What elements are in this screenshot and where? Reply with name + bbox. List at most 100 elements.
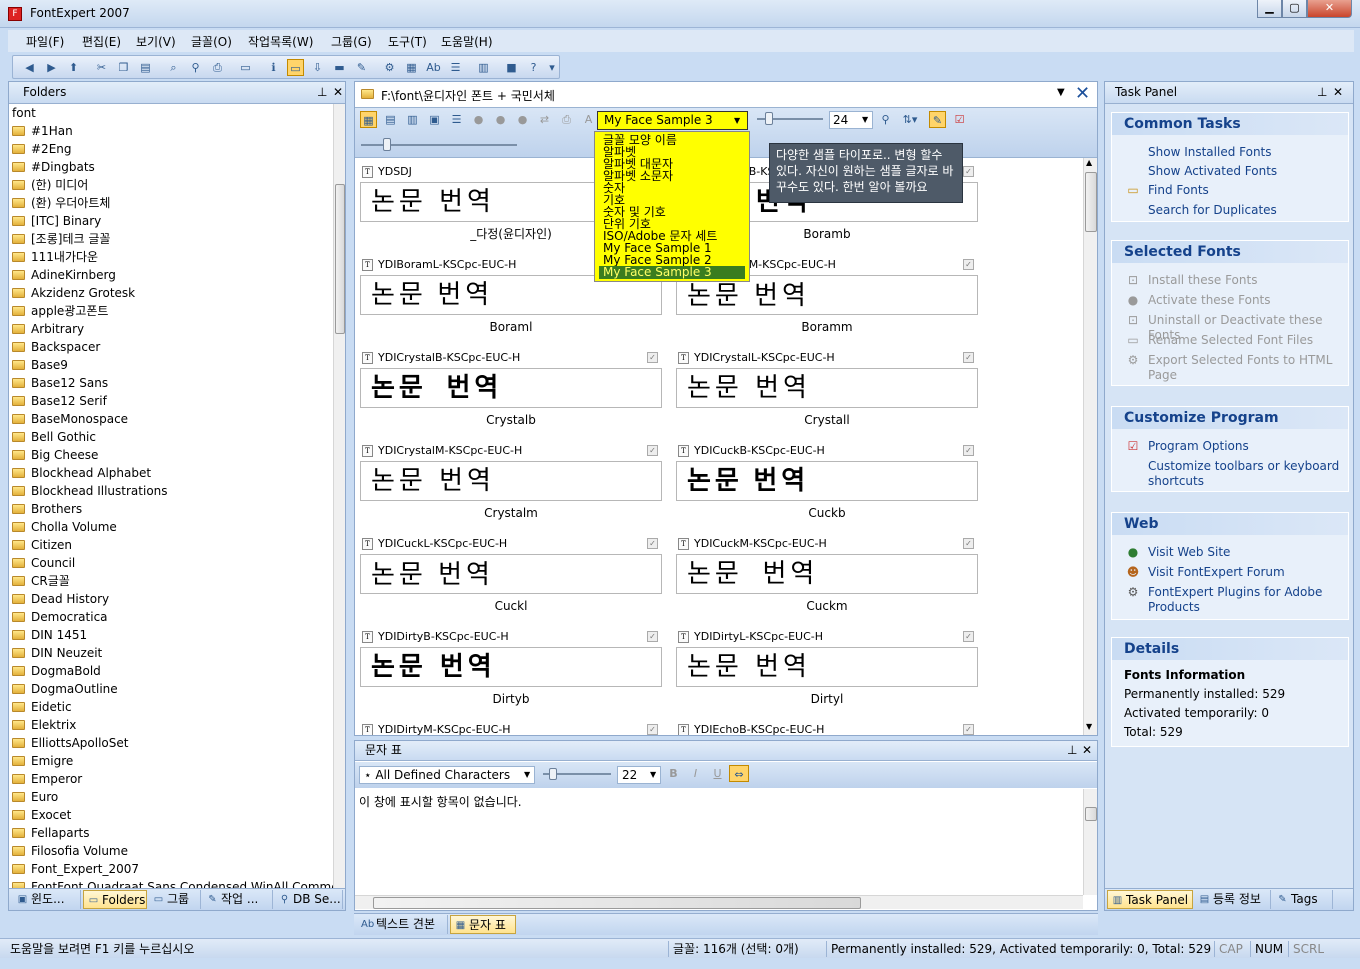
task-close-icon[interactable]: ✕ (1333, 82, 1343, 103)
menu-file[interactable]: 파일(F) (22, 33, 68, 50)
folder-item[interactable]: #1Han (9, 122, 334, 140)
folder-item[interactable]: DogmaOutline (9, 680, 334, 698)
scroll-down-icon[interactable]: ▼ (1086, 722, 1092, 731)
install-fonts-link[interactable]: Install these Fonts (1148, 273, 1257, 288)
tile-mode-icon[interactable]: ▣ (426, 111, 443, 128)
font-checkbox[interactable]: ✓ (963, 724, 974, 735)
task-pin-icon[interactable]: ⊥ (1317, 82, 1327, 103)
folder-item[interactable]: Exocet (9, 806, 334, 824)
info-icon[interactable]: ℹ (265, 59, 282, 76)
close-pane-icon[interactable]: ✕ (333, 82, 343, 103)
sample-text-combo[interactable]: My Face Sample 3 ▼ (597, 111, 748, 130)
font-card[interactable]: T YDICrystalM-KSCpc-EUC-H ✓ 논문 번역 Crystalm (360, 441, 662, 525)
back-icon[interactable]: ◀ (21, 59, 38, 76)
green-box-icon[interactable]: ■ (503, 59, 520, 76)
font-checkbox[interactable]: ✓ (963, 538, 974, 549)
export-html-link[interactable]: Export Selected Fonts to HTML Page (1148, 353, 1344, 383)
filter-icon[interactable]: ⚲ (877, 111, 894, 128)
sort-icon[interactable]: ⇅▾ (899, 111, 921, 128)
folders-scroll-thumb[interactable] (335, 184, 345, 334)
toolbar-overflow-icon[interactable]: ▾ (547, 59, 557, 76)
folder-item[interactable]: Backspacer (9, 338, 334, 356)
close-window-button[interactable]: ✕ (1307, 0, 1352, 18)
folder-item[interactable]: Brothers (9, 500, 334, 518)
scroll-up-icon[interactable]: ▲ (1086, 158, 1092, 167)
visit-forum-link[interactable]: Visit FontExpert Forum (1148, 565, 1285, 580)
font-card[interactable]: T YDICuckM-KSCpc-EUC-H ✓ 논문 번역 Cuckm (676, 534, 978, 618)
folder-item[interactable]: Bell Gothic (9, 428, 334, 446)
tab-windows[interactable]: ▣ 윈도... (13, 890, 81, 909)
font-checkbox[interactable]: ✓ (963, 631, 974, 642)
folder-item[interactable]: Blockhead Alphabet (9, 464, 334, 482)
folder-item[interactable]: Council (9, 554, 334, 572)
folder-root[interactable]: font (9, 104, 334, 122)
print-icon[interactable]: ⎙ (209, 59, 226, 76)
charmap-close-icon[interactable]: ✕ (1082, 741, 1092, 760)
show-installed-link[interactable]: Show Installed Fonts (1148, 145, 1272, 160)
tab-folders[interactable]: ▭ Folders (83, 890, 147, 909)
zoom-icon[interactable]: ⌕ (165, 59, 182, 76)
path-dropdown-icon[interactable]: ▼ (1057, 87, 1065, 98)
paste-icon[interactable]: ▤ (137, 59, 154, 76)
folder-item[interactable]: Big Cheese (9, 446, 334, 464)
font-card[interactable]: T YDICrystalL-KSCpc-EUC-H ✓ 논문 번역 Crystall (676, 348, 978, 432)
folder-item[interactable]: (한) 미디어 (9, 176, 334, 194)
font-checkbox[interactable]: ✓ (647, 445, 658, 456)
zoom-slider-thumb[interactable] (383, 138, 391, 151)
path-field[interactable]: F:\font\윤디자인 폰트 + 국민서체 (381, 87, 555, 104)
charmap-scroll-thumb[interactable] (1085, 807, 1097, 821)
folder-item[interactable]: 111내가다운 (9, 248, 334, 266)
small-icons-view-icon[interactable]: ▤ (382, 111, 399, 128)
arrows-icon[interactable]: ⇄ (536, 111, 553, 128)
font-checkbox[interactable]: ✓ (963, 259, 974, 270)
folder-item[interactable]: Font_Expert_2007 (9, 860, 334, 878)
folder-item[interactable]: DIN Neuzeit (9, 644, 334, 662)
adobe-plugins-link[interactable]: FontExpert Plugins for Adobe Products (1148, 585, 1344, 615)
sample-option[interactable]: My Face Sample 3 (599, 266, 745, 279)
folder-item[interactable]: Akzidenz Grotesk (9, 284, 334, 302)
charset-dropdown-icon[interactable]: ▼ (524, 767, 530, 783)
list-mode-icon[interactable]: ▥ (404, 111, 421, 128)
size-slider[interactable] (757, 112, 823, 126)
folder-item[interactable]: Emigre (9, 752, 334, 770)
underline-circle-icon[interactable]: ● (514, 111, 531, 128)
tab-properties[interactable]: ▤ 등록 정보 (1195, 890, 1271, 909)
text-a-icon[interactable]: A (580, 111, 597, 128)
font-card[interactable]: T YDICuckL-KSCpc-EUC-H ✓ 논문 번역 Cuckl (360, 534, 662, 618)
folder-item[interactable]: Citizen (9, 536, 334, 554)
menu-tools[interactable]: 도구(T) (384, 33, 431, 50)
program-options-link[interactable]: Program Options (1148, 439, 1249, 454)
font-checkbox[interactable]: ✓ (647, 538, 658, 549)
activate-fonts-link[interactable]: Activate these Fonts (1148, 293, 1271, 308)
folder-item[interactable]: Fellaparts (9, 824, 334, 842)
detail-mode-icon[interactable]: ☰ (448, 111, 465, 128)
folder-item[interactable]: [ITC] Binary (9, 212, 334, 230)
copy-icon[interactable]: ❐ (115, 59, 132, 76)
folder-item[interactable]: Blockhead Illustrations (9, 482, 334, 500)
folder-item[interactable]: Eidetic (9, 698, 334, 716)
folder-item[interactable]: (환) 우더아트체 (9, 194, 334, 212)
pin-icon[interactable]: ⊥ (317, 82, 327, 103)
minimize-button[interactable]: ▁ (1257, 0, 1282, 18)
bold-icon[interactable]: B (665, 765, 682, 782)
rename-files-link[interactable]: Rename Selected Font Files (1148, 333, 1313, 348)
folder-item[interactable]: Base12 Sans (9, 374, 334, 392)
folder-item[interactable]: apple광고폰트 (9, 302, 334, 320)
font-checkbox[interactable]: ✓ (963, 445, 974, 456)
menu-edit[interactable]: 편집(E) (78, 33, 125, 50)
maximize-button[interactable]: ▢ (1282, 0, 1307, 18)
details-view-icon[interactable]: ▥ (475, 59, 492, 76)
font-checkbox[interactable]: ✓ (647, 352, 658, 363)
charmap-slider[interactable] (543, 768, 611, 782)
folder-item[interactable]: Arbitrary (9, 320, 334, 338)
font-card[interactable]: T YDIDirtyB-KSCpc-EUC-H ✓ 논문 번역 Dirtyb (360, 627, 662, 711)
font-card[interactable]: TYDIDirtyM-KSCpc-EUC-H✓논문 번역 (360, 720, 662, 735)
folder-item[interactable]: Euro (9, 788, 334, 806)
font-card[interactable]: TYDIEchoB-KSCpc-EUC-H✓논문 번역 (676, 720, 978, 735)
font-card[interactable]: T YDICrystalB-KSCpc-EUC-H ✓ 논문 번역 Crystalb (360, 348, 662, 432)
folder-item[interactable]: BaseMonospace (9, 410, 334, 428)
checklist-icon[interactable]: ☑ (951, 111, 968, 128)
charmap-hscroll-thumb[interactable] (373, 897, 861, 909)
font-checkbox[interactable]: ✓ (647, 631, 658, 642)
large-icons-view-icon[interactable]: ▦ (360, 111, 377, 128)
